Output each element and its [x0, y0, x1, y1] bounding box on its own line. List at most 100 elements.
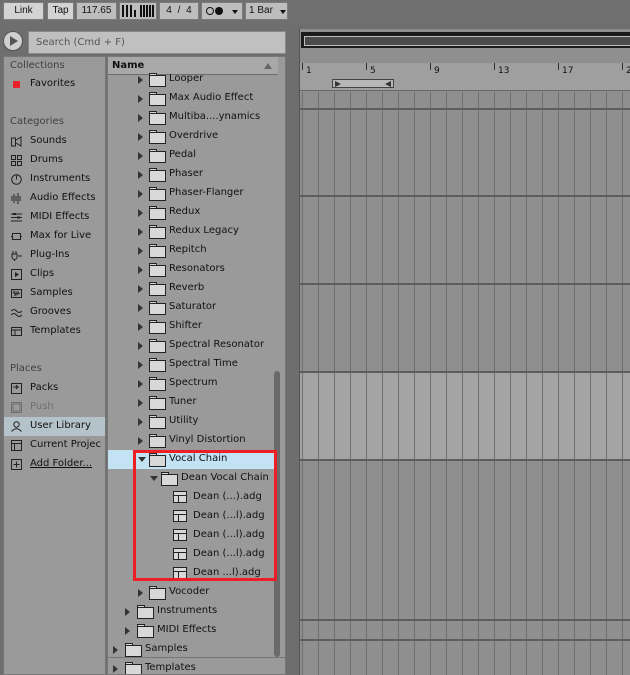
- sidebar-item-drums[interactable]: Drums: [4, 151, 105, 170]
- metronome-icon: [122, 5, 136, 17]
- disclosure-closed-icon[interactable]: [138, 247, 143, 255]
- audio-effects-icon: [11, 193, 22, 204]
- loop-brace[interactable]: [332, 79, 394, 88]
- disclosure-closed-icon[interactable]: [138, 76, 143, 84]
- folder-row[interactable]: Overdrive: [108, 127, 278, 146]
- sidebar-item-audio-effects[interactable]: Audio Effects: [4, 189, 105, 208]
- disclosure-closed-icon[interactable]: [138, 228, 143, 236]
- disclosure-open-icon[interactable]: [138, 457, 146, 462]
- sidebar-item-current-projec[interactable]: Current Projec: [4, 436, 105, 455]
- folder-row[interactable]: Max Audio Effect: [108, 89, 278, 108]
- folder-row[interactable]: MIDI Effects: [108, 621, 278, 640]
- sidebar-item-add-folder[interactable]: Add Folder...: [4, 455, 105, 474]
- sidebar-item-packs[interactable]: Packs: [4, 379, 105, 398]
- disclosure-closed-icon[interactable]: [138, 399, 143, 407]
- disclosure-closed-icon[interactable]: [138, 418, 143, 426]
- disclosure-closed-icon[interactable]: [138, 171, 143, 179]
- search-input[interactable]: [29, 32, 285, 53]
- disclosure-closed-icon[interactable]: [138, 133, 143, 141]
- folder-row[interactable]: Looper: [108, 70, 278, 89]
- folder-row[interactable]: Repitch: [108, 241, 278, 260]
- file-list-scrollbar[interactable]: [274, 371, 280, 657]
- track-lane[interactable]: [300, 109, 630, 195]
- folder-row[interactable]: Shifter: [108, 317, 278, 336]
- folder-row[interactable]: Vinyl Distortion: [108, 431, 278, 450]
- arrangement-overview[interactable]: [301, 32, 630, 48]
- sidebar-item-samples[interactable]: Samples: [4, 284, 105, 303]
- track-lane[interactable]: [300, 92, 630, 108]
- disclosure-closed-icon[interactable]: [138, 380, 143, 388]
- folder-row[interactable]: Redux Legacy: [108, 222, 278, 241]
- disclosure-closed-icon[interactable]: [138, 323, 143, 331]
- folder-row[interactable]: Reverb: [108, 279, 278, 298]
- sidebar-item-user-library[interactable]: User Library: [4, 417, 105, 436]
- sidebar-item-plug-ins[interactable]: Plug-Ins: [4, 246, 105, 265]
- sidebar-item-midi-effects[interactable]: MIDI Effects: [4, 208, 105, 227]
- preview-play-button[interactable]: [3, 31, 23, 51]
- folder-row[interactable]: Saturator: [108, 298, 278, 317]
- file-name: Redux: [169, 206, 201, 217]
- sidebar-item-favorites[interactable]: Favorites: [4, 75, 105, 94]
- folder-row[interactable]: Multiba....ynamics: [108, 108, 278, 127]
- link-button[interactable]: Link: [3, 2, 44, 20]
- track-lane[interactable]: [300, 373, 630, 459]
- track-lane[interactable]: [300, 621, 630, 639]
- folder-row[interactable]: Vocoder: [108, 583, 278, 602]
- preset-row[interactable]: Dean (...l).adg: [108, 507, 278, 526]
- folder-row[interactable]: Phaser-Flanger: [108, 184, 278, 203]
- folder-row[interactable]: Redux: [108, 203, 278, 222]
- sidebar-item-max-for-live[interactable]: Max for Live: [4, 227, 105, 246]
- disclosure-closed-icon[interactable]: [138, 95, 143, 103]
- folder-row[interactable]: Templates: [108, 659, 278, 674]
- sidebar-item-sounds[interactable]: Sounds: [4, 132, 105, 151]
- folder-row[interactable]: Resonators: [108, 260, 278, 279]
- track-lane[interactable]: [300, 285, 630, 371]
- disclosure-closed-icon[interactable]: [125, 627, 130, 635]
- disclosure-closed-icon[interactable]: [138, 589, 143, 597]
- track-lane[interactable]: [300, 197, 630, 283]
- disclosure-closed-icon[interactable]: [138, 152, 143, 160]
- disclosure-closed-icon[interactable]: [138, 114, 143, 122]
- track-lane[interactable]: [300, 641, 630, 675]
- folder-row[interactable]: Vocal Chain: [108, 450, 278, 469]
- sidebar-item-grooves[interactable]: Grooves: [4, 303, 105, 322]
- preset-row[interactable]: Dean ...l).adg: [108, 564, 278, 583]
- folder-row[interactable]: Pedal: [108, 146, 278, 165]
- disclosure-closed-icon[interactable]: [138, 342, 143, 350]
- sidebar-item-templates[interactable]: Templates: [4, 322, 105, 341]
- folder-row[interactable]: Spectrum: [108, 374, 278, 393]
- beat-time-ruler[interactable]: 1 5 9 13 17 21: [300, 63, 630, 91]
- folder-row[interactable]: Dean Vocal Chain: [108, 469, 278, 488]
- disclosure-closed-icon[interactable]: [138, 190, 143, 198]
- folder-row[interactable]: Spectral Resonator: [108, 336, 278, 355]
- preset-row[interactable]: Dean (...).adg: [108, 488, 278, 507]
- time-signature-field[interactable]: 4 / 4: [159, 2, 199, 20]
- disclosure-closed-icon[interactable]: [138, 266, 143, 274]
- disclosure-closed-icon[interactable]: [138, 304, 143, 312]
- metronome-button[interactable]: [119, 2, 157, 20]
- disclosure-closed-icon[interactable]: [113, 665, 118, 673]
- disclosure-closed-icon[interactable]: [138, 209, 143, 217]
- tap-tempo-button[interactable]: Tap: [47, 2, 74, 20]
- follow-button[interactable]: [201, 2, 243, 20]
- folder-row[interactable]: Spectral Time: [108, 355, 278, 374]
- sidebar-item-instruments[interactable]: Instruments: [4, 170, 105, 189]
- disclosure-closed-icon[interactable]: [125, 608, 130, 616]
- disclosure-closed-icon[interactable]: [113, 646, 118, 654]
- tempo-field[interactable]: 117.65: [76, 2, 117, 20]
- folder-row[interactable]: Utility: [108, 412, 278, 431]
- folder-row[interactable]: Instruments: [108, 602, 278, 621]
- disclosure-closed-icon[interactable]: [138, 285, 143, 293]
- sidebar-item-push[interactable]: Push: [4, 398, 105, 417]
- file-name: Utility: [169, 415, 199, 426]
- disclosure-closed-icon[interactable]: [138, 361, 143, 369]
- preset-row[interactable]: Dean (...l).adg: [108, 526, 278, 545]
- disclosure-closed-icon[interactable]: [138, 437, 143, 445]
- disclosure-open-icon[interactable]: [150, 476, 158, 481]
- track-lane[interactable]: [300, 461, 630, 619]
- sidebar-item-clips[interactable]: Clips: [4, 265, 105, 284]
- folder-row[interactable]: Phaser: [108, 165, 278, 184]
- preset-row[interactable]: Dean (...l).adg: [108, 545, 278, 564]
- quantize-menu[interactable]: 1 Bar: [245, 2, 288, 20]
- folder-row[interactable]: Tuner: [108, 393, 278, 412]
